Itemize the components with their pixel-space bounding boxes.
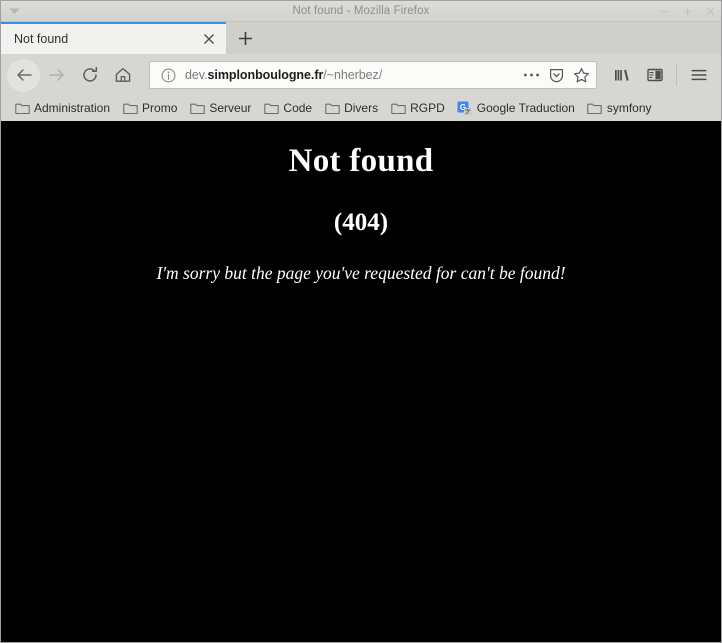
bookmark-star-button[interactable] bbox=[569, 63, 594, 87]
info-circle-icon bbox=[161, 68, 176, 83]
folder-icon bbox=[324, 100, 340, 116]
bookmark-label: Google Traduction bbox=[476, 101, 575, 115]
back-button[interactable] bbox=[7, 58, 40, 92]
tracking-protection-button[interactable] bbox=[544, 63, 569, 87]
bookmark-label: Serveur bbox=[209, 101, 252, 115]
tab-not-found[interactable]: Not found bbox=[1, 22, 226, 54]
error-message: I'm sorry but the page you've requested … bbox=[156, 262, 566, 283]
new-tab-button[interactable] bbox=[226, 22, 264, 54]
navigation-toolbar: dev.simplonboulogne.fr/~nherbez/ bbox=[1, 54, 721, 96]
star-icon bbox=[573, 67, 590, 84]
chevron-down-icon bbox=[9, 8, 20, 15]
error-code: (404) bbox=[333, 208, 389, 236]
title-bar: Not found - Mozilla Firefox bbox=[1, 1, 721, 22]
tab-close-button[interactable] bbox=[198, 28, 220, 50]
url-bar[interactable]: dev.simplonboulogne.fr/~nherbez/ bbox=[149, 61, 597, 89]
reload-button[interactable] bbox=[73, 59, 106, 92]
sidebar-button[interactable] bbox=[638, 59, 671, 92]
bookmark-google-traduction[interactable]: G Google Traduction bbox=[452, 98, 580, 119]
page-content: Not found (404) I'm sorry but the page y… bbox=[1, 121, 721, 642]
window-controls bbox=[658, 1, 717, 22]
page-title: Not found bbox=[288, 143, 434, 179]
home-icon bbox=[114, 66, 132, 84]
bookmark-serveur[interactable]: Serveur bbox=[184, 98, 256, 119]
bookmark-label: symfony bbox=[606, 101, 652, 115]
bookmark-label: Code bbox=[283, 101, 313, 115]
page-actions-button[interactable] bbox=[519, 63, 544, 87]
app-menu-button[interactable] bbox=[682, 59, 715, 92]
error-page: Not found (404) I'm sorry but the page y… bbox=[1, 121, 721, 284]
bookmarks-toolbar: Administration Promo Serveur Code Divers bbox=[1, 96, 721, 120]
tab-strip: Not found bbox=[1, 22, 721, 54]
folder-icon bbox=[122, 100, 138, 116]
library-icon bbox=[613, 66, 631, 84]
window-title: Not found - Mozilla Firefox bbox=[292, 4, 430, 17]
url-prefix: dev. bbox=[185, 68, 208, 82]
bookmark-label: Divers bbox=[344, 101, 379, 115]
close-icon bbox=[203, 33, 215, 45]
url-input[interactable]: dev.simplonboulogne.fr/~nherbez/ bbox=[178, 68, 519, 82]
url-path: /~nherbez/ bbox=[323, 68, 383, 82]
folder-icon bbox=[587, 100, 603, 116]
firefox-window: Not found - Mozilla Firefox Not found de… bbox=[0, 0, 722, 643]
forward-arrow-icon bbox=[48, 66, 66, 84]
hamburger-menu-icon bbox=[690, 66, 708, 84]
shield-icon bbox=[548, 67, 565, 84]
bookmark-administration[interactable]: Administration bbox=[9, 98, 115, 119]
bookmark-label: RGPD bbox=[410, 101, 445, 115]
site-identity-button[interactable] bbox=[158, 65, 178, 85]
minimize-icon bbox=[659, 6, 670, 17]
toolbar-separator bbox=[676, 64, 677, 86]
plus-icon bbox=[238, 31, 253, 46]
minimize-button[interactable] bbox=[658, 5, 671, 18]
bookmark-promo[interactable]: Promo bbox=[117, 98, 182, 119]
bookmark-symfony[interactable]: symfony bbox=[582, 98, 657, 119]
sidebar-icon bbox=[646, 66, 664, 84]
folder-icon bbox=[14, 100, 30, 116]
reload-icon bbox=[81, 66, 99, 84]
maximize-icon bbox=[682, 6, 693, 17]
close-icon bbox=[705, 6, 716, 17]
bookmark-label: Promo bbox=[142, 101, 178, 115]
library-button[interactable] bbox=[605, 59, 638, 92]
url-host: simplonboulogne.fr bbox=[207, 68, 324, 82]
google-translate-favicon: G bbox=[457, 100, 473, 116]
tab-label: Not found bbox=[14, 32, 69, 46]
back-arrow-icon bbox=[15, 66, 33, 84]
bookmark-label: Administration bbox=[34, 101, 111, 115]
bookmark-rgpd[interactable]: RGPD bbox=[385, 98, 450, 119]
bookmark-divers[interactable]: Divers bbox=[319, 98, 383, 119]
folder-icon bbox=[390, 100, 406, 116]
bookmark-code[interactable]: Code bbox=[258, 98, 317, 119]
folder-icon bbox=[263, 100, 279, 116]
close-button[interactable] bbox=[704, 5, 717, 18]
window-menu-arrow-button[interactable] bbox=[1, 1, 27, 22]
home-button[interactable] bbox=[106, 59, 139, 92]
maximize-button[interactable] bbox=[681, 5, 694, 18]
forward-button[interactable] bbox=[40, 59, 73, 92]
ellipsis-icon bbox=[523, 72, 540, 78]
folder-icon bbox=[189, 100, 205, 116]
